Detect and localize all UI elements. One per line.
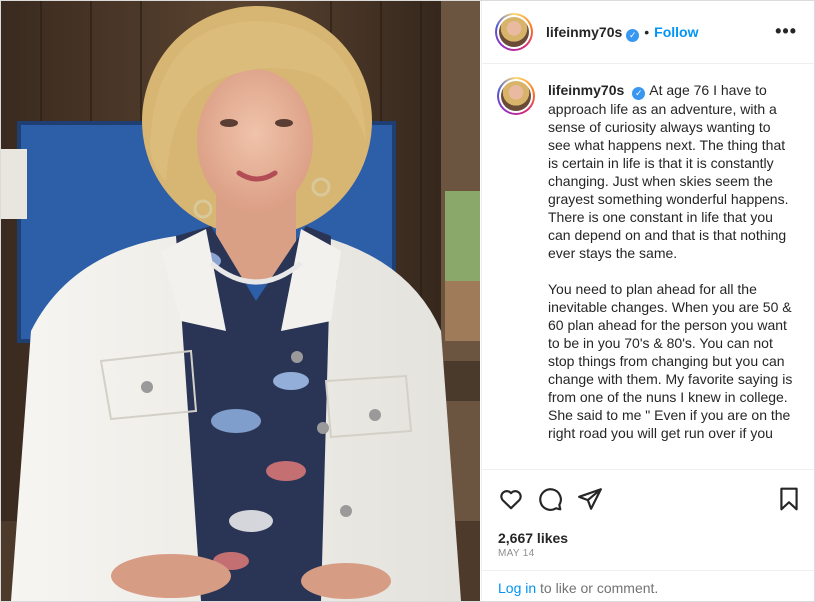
likes-count[interactable]: 2,667 likes — [498, 530, 568, 546]
post-header: lifeinmy70s ✓ • Follow ••• — [482, 1, 814, 64]
instagram-post: lifeinmy70s ✓ • Follow ••• lifeinmy70s ✓ At a… — [0, 0, 815, 602]
photo-illustration — [1, 1, 480, 601]
verified-badge-icon: ✓ — [626, 29, 640, 42]
caption-avatar[interactable] — [497, 77, 535, 115]
caption-paragraph-1: At age 76 I have to approach life as an … — [548, 82, 789, 261]
follow-button[interactable]: Follow — [654, 24, 698, 40]
post-sidebar: lifeinmy70s ✓ • Follow ••• lifeinmy70s ✓ At a… — [481, 1, 814, 601]
caption-paragraph: lifeinmy70s ✓ At age 76 I have to approach… — [548, 81, 794, 262]
heart-icon[interactable] — [498, 486, 524, 512]
caption-text: lifeinmy70s ✓ At age 76 I have to approach… — [548, 81, 794, 460]
more-icon[interactable]: ••• — [775, 21, 797, 42]
post-date[interactable]: MAY 14 — [498, 548, 534, 559]
avatar[interactable] — [495, 13, 533, 51]
login-bar: Log in to like or comment. — [482, 570, 814, 601]
post-photo[interactable] — [1, 1, 480, 601]
caption-paragraph-2: You need to plan ahead for all the inevi… — [548, 281, 793, 441]
caption-paragraph: You need to plan ahead for all the inevi… — [548, 280, 794, 442]
login-link[interactable]: Log in — [498, 580, 536, 596]
verified-badge-icon: ✓ — [632, 87, 646, 100]
login-prompt: to like or comment. — [536, 580, 659, 596]
share-icon[interactable] — [577, 486, 603, 512]
caption-area: lifeinmy70s ✓ At age 76 I have to approach… — [482, 64, 814, 469]
username-link[interactable]: lifeinmy70s — [546, 24, 622, 40]
comment-icon[interactable] — [537, 486, 563, 512]
post-actions: 2,667 likes MAY 14 Log in to like or com… — [482, 469, 814, 601]
separator-dot: • — [644, 24, 650, 40]
header-user: lifeinmy70s ✓ • Follow — [546, 24, 699, 42]
bookmark-icon[interactable] — [776, 486, 802, 512]
caption-username[interactable]: lifeinmy70s — [548, 82, 624, 98]
